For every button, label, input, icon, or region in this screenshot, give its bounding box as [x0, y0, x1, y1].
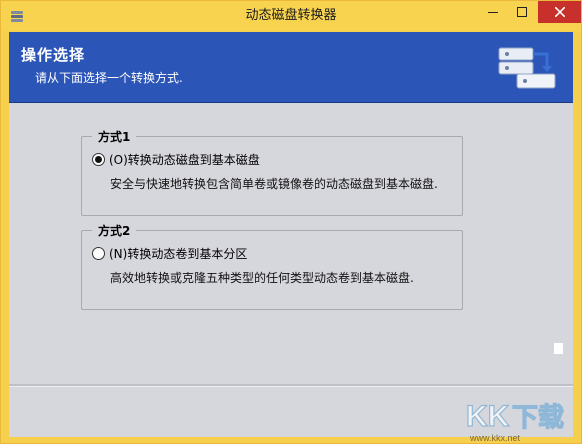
separator: [9, 384, 573, 387]
option-description: 高效地转换或克隆五种类型的任何类型动态卷到基本磁盘.: [110, 271, 414, 285]
maximize-icon: [517, 7, 527, 17]
close-icon: [554, 7, 565, 17]
option-group-2: 方式2 (N)转换动态卷到基本分区 高效地转换或克隆五种类型的任何类型动态卷到基…: [81, 222, 463, 310]
option-convert-volume[interactable]: (N)转换动态卷到基本分区: [92, 245, 247, 262]
app-window: 动态磁盘转换器 操作选择 请从下面选择一个转换方式. 方式1 (O)转换动态磁盘…: [0, 0, 582, 444]
option-group-1: 方式1 (O)转换动态磁盘到基本磁盘 安全与快速地转换包含简单卷或镜像卷的动态磁…: [81, 128, 463, 216]
radio-button[interactable]: [92, 153, 105, 166]
option-label[interactable]: (O)转换动态磁盘到基本磁盘: [109, 151, 260, 168]
option-group-label: 方式2: [92, 222, 137, 239]
dialog-client-area: 操作选择 请从下面选择一个转换方式. 方式1 (O)转换动态磁盘到基本磁盘 安全…: [9, 32, 573, 437]
watermark-url: www.kkx.net: [470, 433, 521, 443]
disk-convert-icon: [498, 47, 556, 89]
title-bar[interactable]: 动态磁盘转换器: [1, 1, 581, 31]
option-convert-disk[interactable]: (O)转换动态磁盘到基本磁盘: [92, 151, 260, 168]
option-description: 安全与快速地转换包含简单卷或镜像卷的动态磁盘到基本磁盘.: [110, 177, 438, 191]
close-button[interactable]: [538, 1, 581, 23]
radio-button[interactable]: [92, 247, 105, 260]
svg-text:下载: 下载: [512, 402, 564, 432]
page-title: 操作选择: [21, 46, 86, 64]
maximize-button[interactable]: [508, 1, 536, 23]
resize-marker: [554, 343, 563, 354]
wizard-header: 操作选择 请从下面选择一个转换方式.: [9, 32, 573, 103]
option-label[interactable]: (N)转换动态卷到基本分区: [109, 245, 247, 262]
minimize-icon: [488, 12, 498, 13]
minimize-button[interactable]: [479, 1, 507, 23]
page-subtitle: 请从下面选择一个转换方式.: [35, 71, 183, 85]
option-group-label: 方式1: [92, 128, 137, 145]
svg-text:KK: KK: [466, 400, 510, 433]
